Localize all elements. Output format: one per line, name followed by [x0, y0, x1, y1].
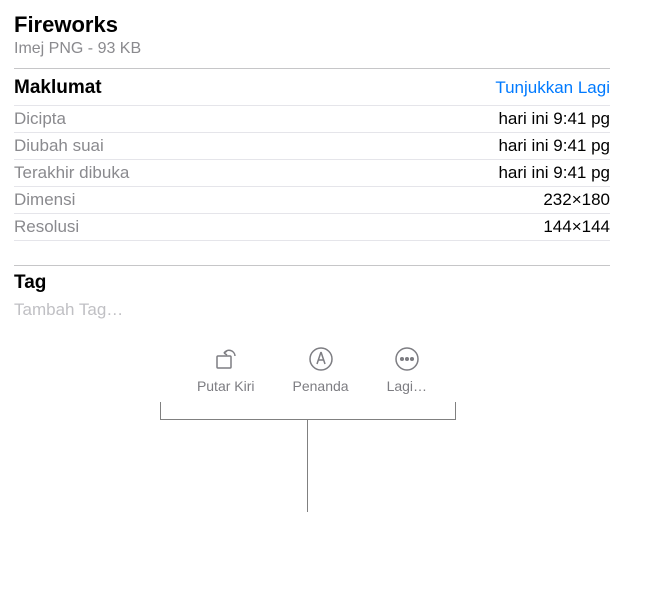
- more-icon: [394, 346, 420, 372]
- info-label: Terakhir dibuka: [14, 163, 129, 183]
- info-label: Dicipta: [14, 109, 66, 129]
- divider: [14, 68, 610, 69]
- info-value: hari ini 9:41 pg: [498, 136, 610, 156]
- rotate-left-button[interactable]: Putar Kiri: [197, 346, 255, 394]
- info-label: Resolusi: [14, 217, 79, 237]
- info-value: hari ini 9:41 pg: [498, 109, 610, 129]
- bracket-vertical: [307, 420, 308, 512]
- more-button[interactable]: Lagi…: [387, 346, 427, 394]
- action-toolbar: Putar Kiri Penanda Lagi…: [14, 346, 610, 394]
- info-panel: Fireworks Imej PNG - 93 KB Maklumat Tunj…: [0, 0, 624, 406]
- info-row-opened: Terakhir dibuka hari ini 9:41 pg: [14, 160, 610, 187]
- markup-label: Penanda: [293, 378, 349, 394]
- tag-section: Tag: [14, 265, 610, 320]
- info-label: Dimensi: [14, 190, 75, 210]
- info-row-modified: Diubah suai hari ini 9:41 pg: [14, 133, 610, 160]
- info-row-dimensions: Dimensi 232×180: [14, 187, 610, 214]
- markup-icon: [308, 346, 334, 372]
- info-section-title: Maklumat: [14, 77, 102, 99]
- more-label: Lagi…: [387, 378, 427, 394]
- file-title: Fireworks: [14, 12, 610, 38]
- tag-section-title: Tag: [14, 265, 610, 294]
- file-subtitle: Imej PNG - 93 KB: [14, 40, 610, 58]
- show-more-link[interactable]: Tunjukkan Lagi: [495, 78, 610, 98]
- bracket-horizontal: [160, 402, 456, 420]
- markup-button[interactable]: Penanda: [293, 346, 349, 394]
- info-row-created: Dicipta hari ini 9:41 pg: [14, 105, 610, 133]
- rotate-left-icon: [213, 346, 239, 372]
- info-value: 232×180: [543, 190, 610, 210]
- info-value: 144×144: [543, 217, 610, 237]
- tag-input[interactable]: [14, 300, 610, 320]
- info-value: hari ini 9:41 pg: [498, 163, 610, 183]
- rotate-left-label: Putar Kiri: [197, 378, 255, 394]
- info-row-resolution: Resolusi 144×144: [14, 214, 610, 241]
- info-label: Diubah suai: [14, 136, 104, 156]
- info-rows: Dicipta hari ini 9:41 pg Diubah suai har…: [14, 105, 610, 241]
- info-header: Maklumat Tunjukkan Lagi: [14, 77, 610, 99]
